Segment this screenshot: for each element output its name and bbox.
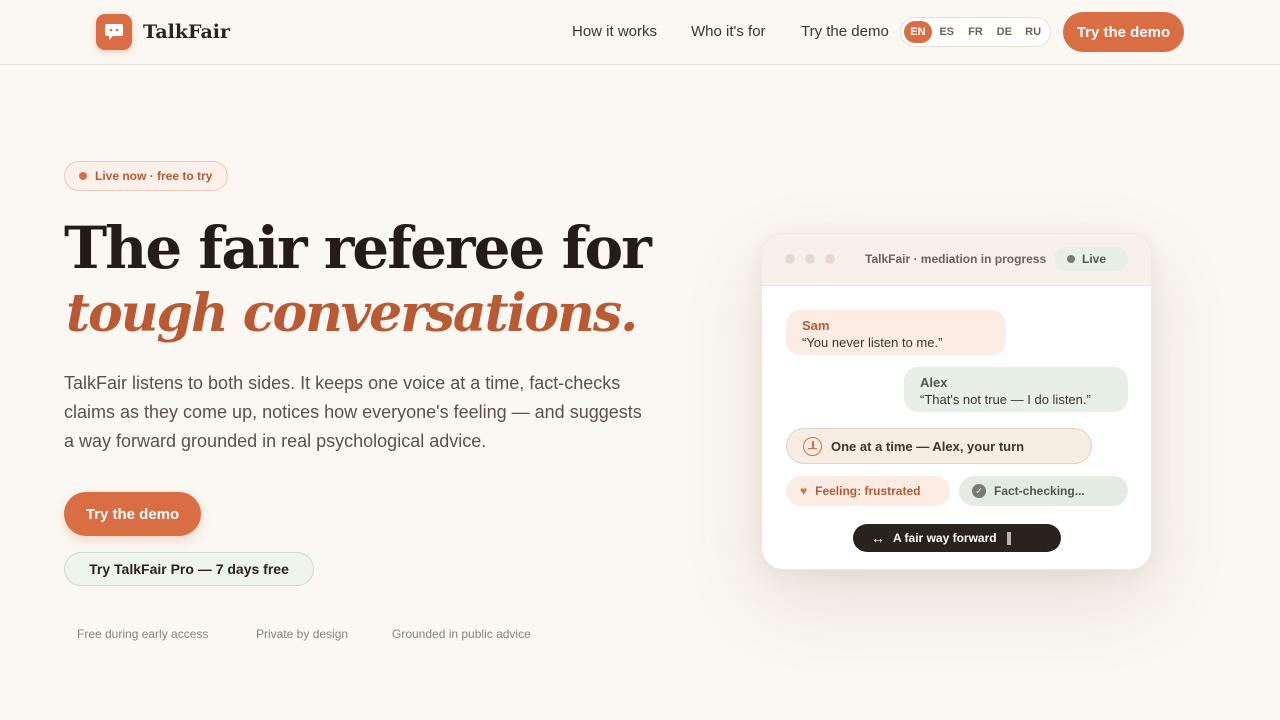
message-text: “You never listen to me.” [802, 335, 943, 350]
window-dot-icon [785, 254, 795, 264]
badge-text: Live now · free to try [95, 169, 213, 183]
trust-private: Private by design [256, 627, 349, 641]
hero-description: TalkFair listens to both sides. It keeps… [64, 373, 642, 451]
nav-who-its-for[interactable]: Who it's for [691, 23, 766, 40]
feeling-text: Feeling: frustrated [815, 484, 921, 498]
status-badge: Live now · free to try [64, 161, 228, 191]
nav-try-demo[interactable]: Try the demo [801, 23, 889, 40]
heart-icon: ♥ [800, 484, 808, 498]
live-status-pill: Live [1054, 247, 1128, 271]
window-title-bar: TalkFair · mediation in progress Live [762, 234, 1151, 286]
speaker-name: Alex [920, 375, 948, 390]
lang-fr[interactable]: FR [962, 21, 990, 43]
fact-check-pill: ✓ Fact-checking... [959, 476, 1128, 506]
message-bubble-alex: Alex “That's not true — I do listen.” [904, 367, 1128, 412]
language-switcher: EN ES FR DE RU [900, 17, 1051, 47]
forward-text: A fair way forward [893, 531, 997, 545]
turn-indicator: One at a time — Alex, your turn [786, 428, 1092, 464]
hero-title-accent: tough conversations. [66, 283, 638, 344]
chat-bubble-icon [96, 14, 132, 50]
lang-en[interactable]: EN [904, 21, 932, 43]
turn-text: One at a time — Alex, your turn [831, 438, 1025, 454]
window-title: TalkFair · mediation in progress [865, 252, 1047, 266]
check-circle-icon: ✓ [972, 484, 986, 498]
try-pro-button[interactable]: Try TalkFair Pro — 7 days free [64, 552, 314, 586]
typing-cursor-icon [1006, 531, 1011, 545]
status-dot-icon [1067, 255, 1075, 263]
fact-text: Fact-checking... [994, 484, 1085, 498]
header-try-demo-button[interactable]: Try the demo [1063, 12, 1184, 52]
feeling-pill: ♥ Feeling: frustrated [786, 476, 950, 506]
lang-de[interactable]: DE [990, 21, 1018, 43]
speaker-name: Sam [802, 318, 830, 333]
hero-title: The fair referee for [64, 214, 652, 282]
trust-grounded: Grounded in public advice [392, 627, 531, 641]
nav-how-it-works[interactable]: How it works [572, 23, 657, 40]
arrows-horizontal-icon: ↔ [871, 530, 885, 546]
site-header: TalkFair How it works Who it's for Try t… [0, 0, 1280, 65]
lang-es[interactable]: ES [933, 21, 961, 43]
mediation-preview-window: TalkFair · mediation in progress Live Sa… [761, 233, 1152, 570]
message-text: “That's not true — I do listen.” [920, 392, 1091, 407]
live-label: Live [1082, 252, 1107, 266]
lang-ru[interactable]: RU [1019, 21, 1047, 43]
logo[interactable]: TalkFair [96, 14, 230, 50]
live-dot-icon [79, 172, 87, 180]
brand-name: TalkFair [143, 21, 231, 43]
window-dot-icon [825, 254, 835, 264]
window-dot-icon [805, 254, 815, 264]
trust-free: Free during early access [77, 627, 209, 641]
timer-icon [803, 436, 822, 456]
fair-way-forward-pill: ↔ A fair way forward [853, 524, 1061, 552]
message-bubble-sam: Sam “You never listen to me.” [786, 310, 1006, 355]
try-demo-button[interactable]: Try the demo [64, 492, 201, 536]
